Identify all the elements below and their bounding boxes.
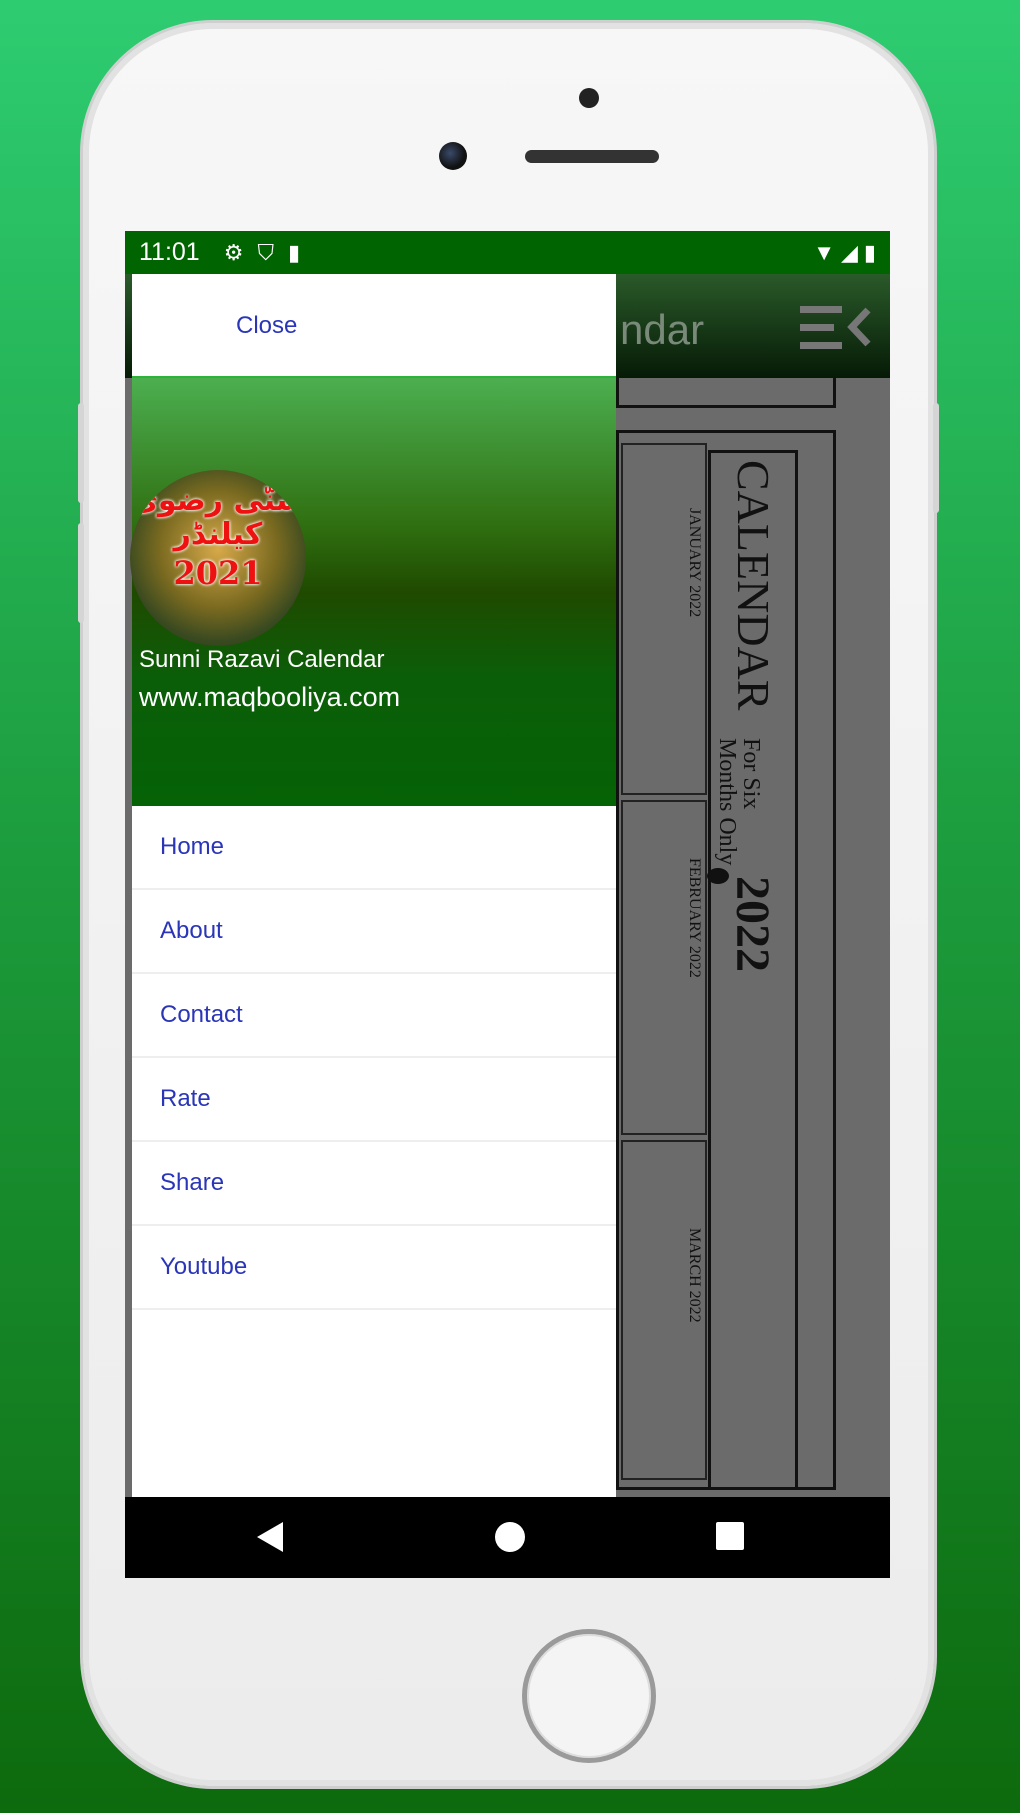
signal-icon: ◢ bbox=[840, 239, 858, 265]
status-time: 11:01 bbox=[139, 238, 200, 266]
drawer-close-bar: Close bbox=[132, 274, 616, 378]
calendar-subtitle: Months Only bbox=[714, 738, 740, 866]
month-table-january bbox=[621, 443, 707, 795]
navigation-bar bbox=[125, 1497, 890, 1578]
calendar-subtitle: For Six bbox=[738, 738, 764, 810]
battery-icon: ▮ bbox=[863, 239, 876, 265]
sensor bbox=[579, 88, 599, 108]
shield-play-icon: ⛉ bbox=[257, 239, 274, 265]
power-button bbox=[933, 403, 939, 513]
app-title: ndar bbox=[620, 306, 705, 353]
recents-icon[interactable] bbox=[716, 1522, 744, 1550]
drawer-menu: Home About Contact Rate Share Youtube bbox=[132, 806, 616, 1310]
home-icon[interactable] bbox=[495, 1522, 525, 1552]
menu-close-icon[interactable] bbox=[800, 304, 872, 350]
menu-item-rate[interactable]: Rate bbox=[132, 1058, 616, 1142]
month-label: MARCH 2022 bbox=[686, 1228, 703, 1323]
frame-line bbox=[616, 378, 836, 408]
drawer-header: سنّی رضوی کیلنڈر 2021 Sunni Razavi Calen… bbox=[130, 378, 616, 806]
month-label: JANUARY 2022 bbox=[686, 508, 703, 618]
menu-item-share[interactable]: Share bbox=[132, 1142, 616, 1226]
screen: 11:01 ⚙ ⛉ ▮ ▼ ◢ ▮ ndar CALENDAR Months O… bbox=[125, 231, 890, 1578]
website-link[interactable]: www.maqbooliya.com bbox=[139, 682, 400, 713]
menu-item-home[interactable]: Home bbox=[132, 806, 616, 890]
volume-button bbox=[78, 403, 84, 503]
home-hardware-button[interactable] bbox=[522, 1629, 656, 1763]
close-button[interactable]: Close bbox=[236, 312, 297, 340]
back-icon[interactable] bbox=[257, 1522, 285, 1552]
app-logo: سنّی رضوی کیلنڈر 2021 bbox=[130, 470, 306, 646]
logo-urdu-text: سنّی رضوی کیلنڈر bbox=[130, 483, 306, 552]
app-name: Sunni Razavi Calendar bbox=[139, 646, 385, 673]
calendar-year: 2022 bbox=[726, 876, 779, 972]
wifi-icon: ▼ bbox=[813, 239, 835, 265]
front-camera bbox=[439, 142, 467, 170]
menu-item-contact[interactable]: Contact bbox=[132, 974, 616, 1058]
gear-icon: ⚙ bbox=[223, 239, 244, 265]
sd-card-icon: ▮ bbox=[287, 239, 301, 265]
month-label: FEBRUARY 2022 bbox=[686, 858, 703, 978]
speaker bbox=[525, 150, 659, 163]
calendar-title: CALENDAR bbox=[728, 460, 779, 711]
menu-item-youtube[interactable]: Youtube bbox=[132, 1226, 616, 1310]
volume-button bbox=[78, 523, 84, 623]
logo-year: 2021 bbox=[173, 554, 263, 592]
menu-item-about[interactable]: About bbox=[132, 890, 616, 974]
navigation-drawer: Close سنّی رضوی کیلنڈر 2021 Sunni Razavi… bbox=[130, 274, 616, 1497]
pin-mark bbox=[707, 868, 729, 884]
status-bar: 11:01 ⚙ ⛉ ▮ ▼ ◢ ▮ bbox=[125, 231, 890, 274]
